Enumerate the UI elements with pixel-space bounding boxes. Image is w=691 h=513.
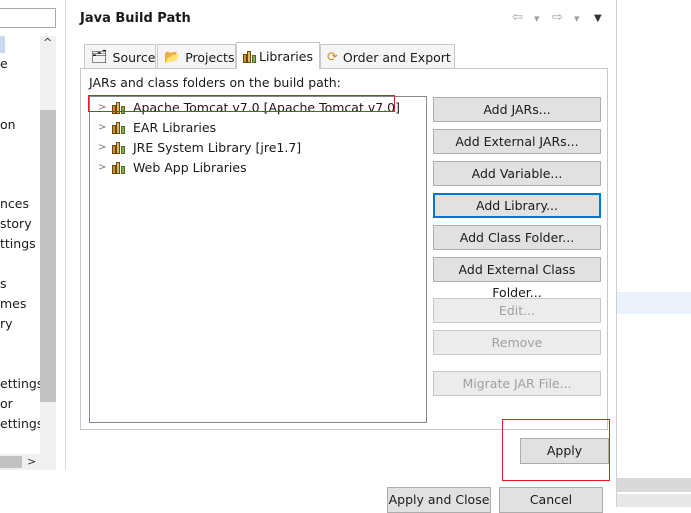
nav-item[interactable]: ettings (0, 376, 43, 391)
nav-item[interactable]: ry (0, 316, 13, 331)
nav-item[interactable]: s (0, 276, 7, 291)
forward-dropdown-icon[interactable]: ▾ (574, 12, 580, 25)
scroll-up-icon[interactable]: ^ (43, 36, 52, 49)
library-icon (112, 101, 127, 114)
tree-item-ear-libraries[interactable]: > EAR Libraries (98, 118, 216, 136)
add-jars-button[interactable]: Add JARs... (433, 97, 601, 122)
tree-item-jre[interactable]: > JRE System Library [jre1.7] (98, 138, 301, 156)
add-external-jars-button[interactable]: Add External JARs... (433, 129, 601, 154)
nav-item[interactable]: or (0, 396, 13, 411)
libraries-icon (243, 50, 256, 63)
tab-label: Source (112, 49, 156, 65)
tab-libraries[interactable]: Libraries (236, 42, 320, 69)
remove-button[interactable]: Remove (433, 330, 601, 355)
back-dropdown-icon[interactable]: ▾ (534, 12, 540, 25)
build-path-label: JARs and class folders on the build path… (89, 75, 341, 90)
selected-nav-item[interactable] (0, 36, 5, 53)
tab-projects[interactable]: 📂 Projects (157, 44, 236, 69)
tree-item-web-app-libraries[interactable]: > Web App Libraries (98, 158, 247, 176)
library-icon (112, 161, 127, 174)
nav-item[interactable]: nces (0, 196, 29, 211)
nav-item[interactable]: ttings (0, 236, 36, 251)
expand-chevron-icon[interactable]: > (98, 142, 106, 153)
nav-item[interactable]: mes (0, 296, 26, 311)
scroll-right-icon[interactable]: > (27, 455, 36, 468)
tab-label: Order and Export (342, 49, 451, 65)
left-scroll-thumb[interactable] (40, 110, 56, 402)
build-path-tree[interactable]: > Apache Tomcat v7.0 [Apache Tomcat v7.0… (89, 96, 427, 423)
add-class-folder-button[interactable]: Add Class Folder... (433, 225, 601, 250)
projects-icon: 📂 (164, 49, 181, 65)
expand-chevron-icon[interactable]: > (98, 102, 106, 113)
nav-item[interactable]: on (0, 117, 16, 132)
tab-order-export[interactable]: ⟳ Order and Export (320, 44, 455, 69)
apply-and-close-button[interactable]: Apply and Close (387, 487, 491, 513)
add-variable-button[interactable]: Add Variable... (433, 161, 601, 186)
left-hscroll-thumb[interactable] (0, 456, 22, 468)
back-arrow-icon[interactable]: ⇦ (512, 10, 523, 25)
background-strip (617, 478, 691, 492)
folder-source-icon: 🗂 (91, 49, 108, 65)
cancel-button[interactable]: Cancel (499, 487, 603, 513)
edit-button[interactable]: Edit... (433, 298, 601, 323)
library-icon (112, 141, 127, 154)
nav-item[interactable]: e (0, 56, 8, 71)
tab-label: Projects (185, 49, 235, 65)
dialog-edge (616, 0, 617, 507)
add-library-button[interactable]: Add Library... (433, 193, 601, 218)
tree-item-tomcat[interactable]: > Apache Tomcat v7.0 [Apache Tomcat v7.0… (98, 98, 400, 116)
apply-button[interactable]: Apply (520, 438, 609, 464)
expand-chevron-icon[interactable]: > (98, 122, 106, 133)
order-export-icon: ⟳ (327, 49, 338, 65)
tree-item-label: EAR Libraries (133, 119, 217, 135)
nav-item[interactable]: ettings (0, 416, 43, 431)
forward-arrow-icon[interactable]: ⇨ (552, 10, 563, 25)
expand-chevron-icon[interactable]: > (98, 162, 106, 173)
tree-item-label: Apache Tomcat v7.0 [Apache Tomcat v7.0] (133, 99, 400, 115)
tab-label: Libraries (259, 48, 313, 64)
filter-input[interactable] (0, 8, 56, 28)
library-icon (112, 121, 127, 134)
background-strip (617, 494, 691, 507)
page-title: Java Build Path (80, 11, 191, 26)
tab-source[interactable]: 🗂 Source (84, 44, 156, 69)
nav-item[interactable]: story (0, 216, 32, 231)
migrate-jar-button[interactable]: Migrate JAR File... (433, 371, 601, 396)
tree-item-label: Web App Libraries (133, 159, 247, 175)
background-selection-band (617, 292, 691, 314)
tree-item-label: JRE System Library [jre1.7] (133, 139, 302, 155)
add-external-class-folder-button[interactable]: Add External Class Folder... (433, 257, 601, 300)
view-menu-icon[interactable]: ▼ (594, 13, 602, 24)
